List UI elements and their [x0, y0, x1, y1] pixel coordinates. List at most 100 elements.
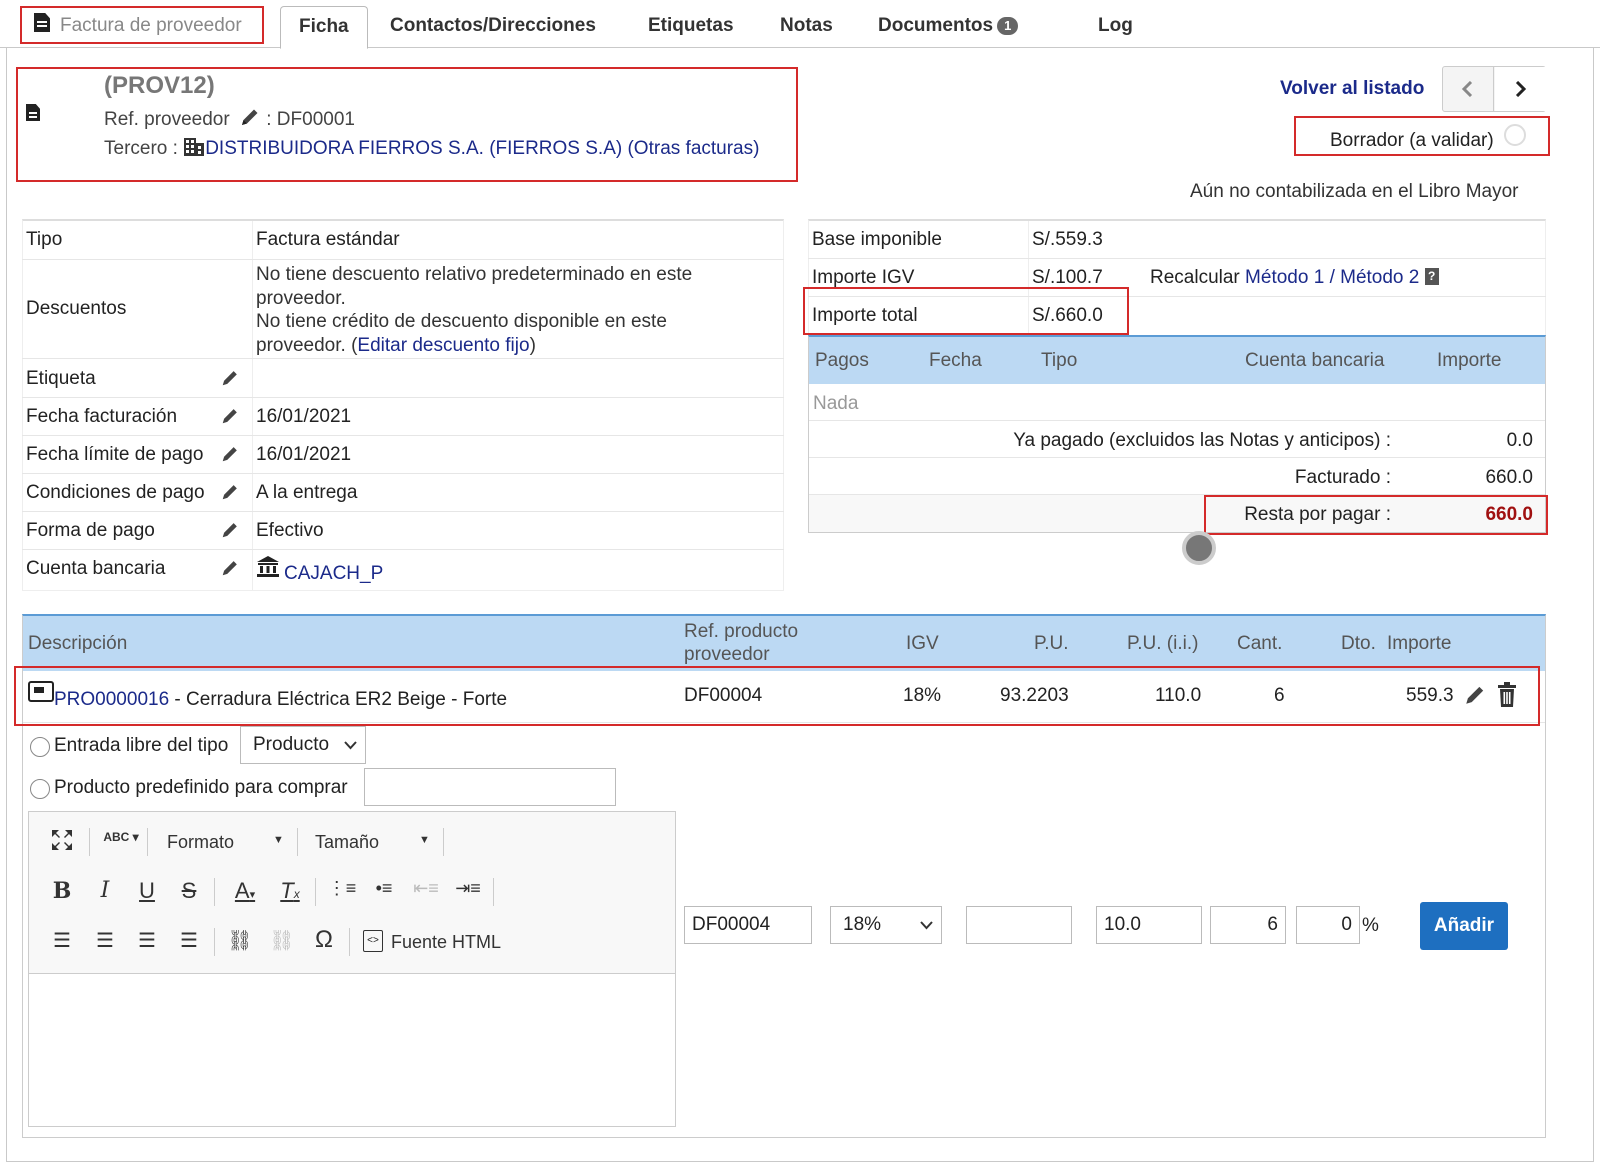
col-tipo: Tipo	[1041, 350, 1078, 371]
indent-icon[interactable]: ⇥≡	[453, 878, 483, 899]
tab-etiquetas-label: Etiquetas	[648, 15, 734, 36]
underline-icon[interactable]: U	[132, 878, 162, 904]
bank-icon	[257, 556, 279, 577]
pu-ii-input[interactable]: 10.0	[1096, 906, 1202, 944]
recalcular-label: Recalcular	[1150, 267, 1240, 288]
cursor-indicator	[1182, 531, 1216, 565]
document-icon	[34, 13, 50, 32]
tab-ficha[interactable]: Ficha	[280, 6, 368, 49]
base-imponible-value: S/.559.3	[1032, 229, 1103, 250]
edit-pencil-icon[interactable]	[220, 444, 240, 464]
dto-input[interactable]: 0	[1296, 906, 1360, 944]
entrada-libre-radio[interactable]	[30, 737, 50, 757]
ref-input[interactable]: DF00004	[684, 906, 812, 944]
editor-text-area[interactable]	[29, 975, 675, 1126]
special-char-icon[interactable]: Ω	[309, 926, 339, 954]
line-row: PRO0000016 - Cerradura Eléctrica ER2 Bei…	[23, 671, 1545, 723]
recalcular: Recalcular Método 1 / Método 2 ?	[1150, 267, 1439, 289]
condiciones-label: Condiciones de pago	[26, 482, 205, 503]
tab-notas-label: Notas	[780, 15, 833, 36]
tab-documentos[interactable]: Documentos 1	[860, 6, 1036, 48]
col-pu-ii: P.U. (i.i.)	[1127, 633, 1199, 654]
pu-ii-input-value: 10.0	[1104, 914, 1141, 935]
line-description: PRO0000016 - Cerradura Eléctrica ER2 Bei…	[54, 689, 507, 711]
edit-pencil-icon[interactable]	[220, 406, 240, 426]
cuenta-bancaria-label: Cuenta bancaria	[26, 558, 166, 579]
editar-descuento-link[interactable]: Editar descuento fijo	[357, 335, 529, 356]
prev-button[interactable]	[1443, 67, 1494, 111]
pu-input[interactable]	[966, 906, 1072, 944]
col-importe-line: Importe	[1387, 633, 1452, 654]
producto-predefinido-input[interactable]	[364, 768, 616, 806]
numbered-list-icon[interactable]: ⋮≡	[327, 878, 357, 899]
payments-header: Pagos Fecha Tipo Cuenta bancaria Importe	[809, 337, 1545, 384]
line-importe: 559.3	[1406, 685, 1454, 706]
description-editor: ABC ▾ Formato ▼ Tamaño ▼ B I U S A▾ Tx ⋮…	[28, 811, 676, 1127]
col-pu: P.U.	[1034, 633, 1069, 654]
edit-pencil-icon[interactable]	[220, 520, 240, 540]
fecha-limite-label: Fecha límite de pago	[26, 444, 204, 465]
edit-pencil-icon[interactable]	[220, 558, 240, 578]
trash-icon[interactable]	[1496, 682, 1518, 708]
edit-pencil-icon[interactable]	[239, 106, 261, 126]
tab-notas[interactable]: Notas	[762, 6, 851, 48]
importe-igv-label: Importe IGV	[812, 267, 915, 288]
outdent-icon[interactable]: ⇤≡	[411, 878, 441, 899]
volver-listado-link[interactable]: Volver al listado	[1280, 78, 1424, 100]
descuentos-line3: No tiene crédito de descuento disponible…	[256, 311, 667, 332]
resta-value: 660.0	[1485, 504, 1533, 525]
base-imponible-label: Base imponible	[812, 229, 942, 250]
tipo-select-value: Producto	[253, 734, 330, 755]
anadir-button[interactable]: Añadir	[1420, 902, 1508, 950]
resta-label: Resta por pagar :	[1244, 504, 1391, 525]
producto-predefinido-radio[interactable]	[30, 779, 50, 799]
entrada-libre-label: Entrada libre del tipo	[54, 735, 229, 756]
product-code-link[interactable]: PRO0000016	[54, 689, 169, 710]
edit-pencil-icon[interactable]	[220, 368, 240, 388]
tab-log[interactable]: Log	[1080, 6, 1151, 48]
tercero-link[interactable]: DISTRIBUIDORA FIERROS S.A. (FIERROS S.A)	[205, 138, 622, 159]
tab-contactos[interactable]: Contactos/Direcciones	[372, 6, 614, 48]
edit-pencil-icon[interactable]	[220, 482, 240, 502]
align-right-icon[interactable]: ☰	[132, 928, 162, 953]
line-pu: 93.2203	[1000, 685, 1069, 706]
tipo-select[interactable]: Producto	[240, 726, 366, 764]
metodo2-link[interactable]: Método 2	[1340, 267, 1419, 288]
cant-input[interactable]: 6	[1210, 906, 1286, 944]
align-justify-icon[interactable]: ☰	[174, 928, 204, 953]
tab-etiquetas[interactable]: Etiquetas	[630, 6, 752, 48]
source-code-icon[interactable]: <>	[363, 930, 383, 952]
link-icon[interactable]: ⛓	[225, 928, 255, 953]
row-base-imponible: Base imponible S/.559.3	[808, 221, 1546, 259]
tamano-dropdown[interactable]: Tamaño	[315, 832, 379, 853]
text-color-icon[interactable]: A▾	[227, 878, 263, 904]
help-icon[interactable]: ?	[1424, 268, 1439, 285]
unlink-icon[interactable]: ⛓	[267, 928, 297, 953]
remove-format-icon[interactable]: Tx	[275, 878, 305, 904]
bullet-list-icon[interactable]: •≡	[369, 878, 399, 899]
otras-facturas-link[interactable]: (Otras facturas)	[627, 138, 759, 159]
next-button[interactable]	[1495, 67, 1546, 111]
edit-pencil-icon[interactable]	[1463, 683, 1487, 707]
col-descripcion: Descripción	[28, 633, 128, 654]
descuentos-line4-suffix: )	[529, 334, 536, 356]
maximize-icon[interactable]	[47, 828, 77, 858]
fecha-limite-value: 16/01/2021	[256, 444, 352, 465]
ya-pagado-label: Ya pagado (excluidos las Notas y anticip…	[1013, 430, 1391, 451]
igv-select[interactable]: 18%	[830, 906, 942, 944]
forma-pago-label: Forma de pago	[26, 520, 155, 541]
formato-dropdown[interactable]: Formato	[167, 832, 234, 853]
italic-icon[interactable]: I	[90, 878, 120, 903]
tab-invoice-title[interactable]: Factura de proveedor	[20, 6, 262, 48]
bold-icon[interactable]: B	[47, 878, 77, 904]
align-center-icon[interactable]: ☰	[90, 928, 120, 953]
cuenta-bancaria-link[interactable]: CAJACH_P	[284, 563, 383, 585]
align-left-icon[interactable]: ☰	[47, 928, 77, 953]
strikethrough-icon[interactable]: S	[174, 878, 204, 904]
fuente-html-button[interactable]: Fuente HTML	[391, 932, 501, 953]
spellcheck-icon[interactable]: ABC ▾	[101, 830, 141, 844]
metodo1-link[interactable]: Método 1	[1245, 267, 1324, 288]
fecha-facturacion-label: Fecha facturación	[26, 406, 178, 427]
row-importe-igv: Importe IGV S/.100.7 Recalcular Método 1…	[808, 259, 1546, 297]
etiqueta-label: Etiqueta	[26, 368, 96, 389]
